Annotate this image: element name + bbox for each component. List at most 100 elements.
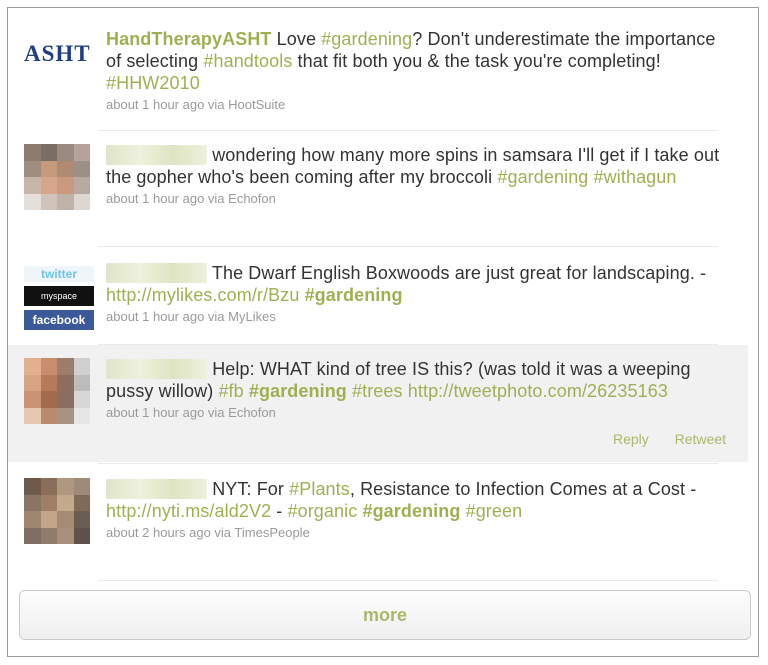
avatar-pixel — [24, 527, 41, 544]
tweet-text-run: that fit both you & the task you're comp… — [292, 51, 661, 71]
avatar-pixel — [24, 193, 41, 210]
divider — [98, 246, 718, 247]
avatar-pixel — [57, 177, 74, 194]
tweet-meta: about 2 hours ago via TimesPeople — [106, 525, 310, 540]
tweet-text: xxxxxxxxxx wondering how many more spins… — [106, 144, 730, 188]
reply-link[interactable]: Reply — [613, 431, 649, 447]
tweet-meta: about 1 hour ago via Echofon — [106, 405, 276, 420]
avatar-pixel — [73, 478, 90, 495]
tweet-actions: Reply Retweet — [591, 431, 726, 447]
hashtag-link[interactable]: #HHW2010 — [106, 73, 200, 93]
avatar-pixel — [40, 494, 57, 511]
avatar-pixel — [40, 160, 57, 177]
avatar-pixel — [40, 193, 57, 210]
hashtag-link[interactable]: #gardening — [305, 285, 403, 305]
avatar-pixel — [57, 527, 74, 544]
avatar[interactable] — [24, 358, 90, 424]
avatar-pixel — [73, 527, 90, 544]
tweet-text: xxxxxxxxxx NYT: For #Plants, Resistance … — [106, 478, 730, 522]
divider — [98, 463, 718, 464]
hashtag-link[interactable]: #trees — [352, 381, 403, 401]
avatar-pixel — [24, 358, 41, 375]
avatar-pixel — [57, 144, 74, 161]
avatar-asht[interactable]: ASHT — [24, 34, 94, 74]
tweet-text: xxxxxxxxxx Help: WHAT kind of tree IS th… — [106, 358, 730, 402]
facebook-badge: facebook — [24, 310, 94, 330]
hashtag-link[interactable]: #fb — [218, 381, 243, 401]
tweet-text-run: - — [271, 501, 288, 521]
tweet-text-run: The Dwarf English Boxwoods are just grea… — [207, 263, 707, 283]
avatar-pixel — [57, 358, 74, 375]
tweet-meta: about 1 hour ago via MyLikes — [106, 309, 276, 324]
avatar-pixel — [24, 511, 41, 528]
divider — [98, 130, 718, 131]
avatar-pixel — [40, 527, 57, 544]
asht-logo-text: ASHT — [24, 41, 91, 66]
avatar-social-badges[interactable]: twitter myspace facebook — [24, 266, 94, 332]
avatar-pixel — [57, 374, 74, 391]
hashtag-link[interactable]: #handtools — [203, 51, 292, 71]
hashtag-link[interactable]: #gardening — [249, 381, 347, 401]
avatar-pixel — [57, 478, 74, 495]
tweet-username[interactable]: xxxxxxxxxx — [106, 263, 208, 283]
hashtag-link[interactable]: #gardening — [497, 167, 588, 187]
twitter-badge: twitter — [24, 266, 94, 282]
tweet-username[interactable]: HandTherapyASHT — [106, 29, 272, 49]
hashtag-link[interactable]: #withagun — [594, 167, 677, 187]
avatar-pixel — [73, 374, 90, 391]
divider — [98, 344, 718, 345]
avatar-pixel — [73, 177, 90, 194]
avatar-pixel — [24, 177, 41, 194]
avatar-pixel — [24, 407, 41, 424]
hashtag-link[interactable]: #organic — [287, 501, 357, 521]
hashtag-link[interactable]: #gardening — [362, 501, 460, 521]
tweet-text-run: NYT: For — [207, 479, 290, 499]
more-button[interactable]: more — [19, 590, 751, 640]
avatar-pixel — [24, 160, 41, 177]
hashtag-link[interactable]: #gardening — [321, 29, 412, 49]
hashtag-link[interactable]: #green — [466, 501, 523, 521]
avatar-pixel — [24, 374, 41, 391]
tweet-text: xxxxxxxxxx The Dwarf English Boxwoods ar… — [106, 262, 730, 306]
avatar-pixel — [24, 494, 41, 511]
avatar-pixel — [73, 494, 90, 511]
avatar-pixel — [40, 391, 57, 408]
avatar[interactable] — [24, 144, 90, 210]
avatar-pixel — [57, 511, 74, 528]
url-link[interactable]: http://tweetphoto.com/26235163 — [408, 381, 668, 401]
avatar-pixel — [40, 478, 57, 495]
avatar-pixel — [73, 391, 90, 408]
tweet-text-run: , Resistance to Infection Comes at a Cos… — [349, 479, 697, 499]
avatar-pixel — [40, 407, 57, 424]
url-link[interactable]: http://mylikes.com/r/Bzu — [106, 285, 299, 305]
tweet-username[interactable]: xxxxxxxxxx — [106, 359, 208, 379]
hashtag-link[interactable]: #Plants — [289, 479, 350, 499]
avatar-pixel — [73, 160, 90, 177]
tweet-text-run: Love — [271, 29, 322, 49]
avatar-pixel — [24, 478, 41, 495]
avatar-pixel — [57, 160, 74, 177]
avatar[interactable] — [24, 478, 90, 544]
tweet-username[interactable]: xxxxxxxxxx — [106, 145, 208, 165]
avatar-pixel — [40, 374, 57, 391]
avatar-pixel — [40, 511, 57, 528]
avatar-pixel — [40, 177, 57, 194]
avatar-pixel — [40, 358, 57, 375]
tweet-meta: about 1 hour ago via HootSuite — [106, 97, 286, 112]
avatar-pixel — [57, 193, 74, 210]
avatar-pixel — [40, 144, 57, 161]
avatar-pixel — [24, 391, 41, 408]
divider — [98, 580, 718, 581]
avatar-pixel — [57, 391, 74, 408]
myspace-badge: myspace — [24, 286, 94, 306]
url-link[interactable]: http://nyti.ms/ald2V2 — [106, 501, 271, 521]
tweet-username[interactable]: xxxxxxxxxx — [106, 479, 208, 499]
tweet-text: HandTherapyASHT Love #gardening? Don't u… — [106, 28, 730, 94]
avatar-pixel — [73, 358, 90, 375]
retweet-link[interactable]: Retweet — [675, 431, 726, 447]
avatar-pixel — [57, 494, 74, 511]
avatar-pixel — [73, 511, 90, 528]
avatar-pixel — [57, 407, 74, 424]
avatar-pixel — [24, 144, 41, 161]
avatar-pixel — [73, 407, 90, 424]
